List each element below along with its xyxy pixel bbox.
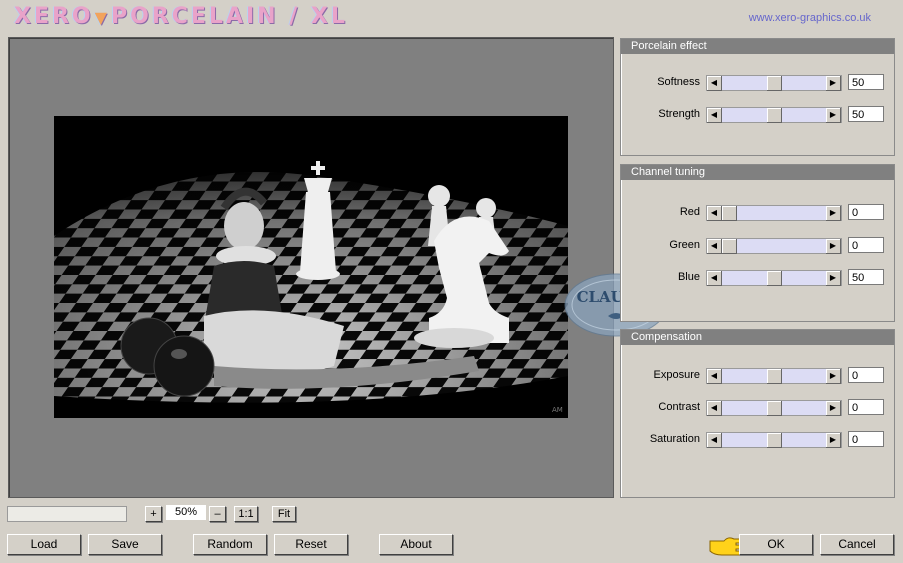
arrow-right-icon[interactable]: ▶ (826, 206, 841, 221)
contrast-label: Contrast (658, 401, 700, 413)
blue-value[interactable]: 50 (848, 269, 884, 285)
red-slider[interactable]: ◀ ▶ (706, 205, 842, 221)
zoom-fit-button[interactable]: Fit (272, 506, 296, 522)
contrast-slider[interactable]: ◀ ▶ (706, 400, 842, 416)
arrow-left-icon[interactable]: ◀ (707, 239, 722, 254)
exposure-row: Exposure ◀ ▶ 0 (621, 367, 894, 385)
porcelain-effect-panel: Porcelain effect Softness ◀ ▶ 50 Strengt… (620, 38, 895, 156)
softness-slider[interactable]: ◀ ▶ (706, 75, 842, 91)
arrow-right-icon[interactable]: ▶ (826, 369, 841, 384)
blue-label: Blue (677, 271, 700, 283)
progress-bar (7, 506, 127, 522)
softness-label: Softness (657, 76, 700, 88)
reset-button[interactable]: Reset (274, 534, 348, 555)
compensation-header: Compensation (621, 330, 894, 345)
zoom-out-button[interactable]: – (209, 506, 226, 522)
red-label: Red (679, 206, 700, 218)
strength-row: Strength ◀ ▶ 50 (621, 106, 894, 124)
strength-slider[interactable]: ◀ ▶ (706, 107, 842, 123)
preview-image: AM (54, 116, 568, 418)
zoom-actual-size-button[interactable]: 1:1 (234, 506, 258, 522)
load-button[interactable]: Load (7, 534, 81, 555)
contrast-row: Contrast ◀ ▶ 0 (621, 399, 894, 417)
exposure-label: Exposure (653, 369, 700, 381)
softness-thumb[interactable] (766, 76, 782, 91)
random-button[interactable]: Random (193, 534, 267, 555)
arrow-right-icon[interactable]: ▶ (826, 108, 841, 123)
arrow-right-icon[interactable]: ▶ (826, 239, 841, 254)
green-value[interactable]: 0 (848, 237, 884, 253)
green-slider[interactable]: ◀ ▶ (706, 238, 842, 254)
arrow-right-icon[interactable]: ▶ (826, 401, 841, 416)
zoom-in-button[interactable]: + (145, 506, 162, 522)
strength-thumb[interactable] (766, 108, 782, 123)
blue-slider[interactable]: ◀ ▶ (706, 270, 842, 286)
logo-triangle-icon: ▼ (94, 8, 110, 27)
arrow-right-icon[interactable]: ▶ (826, 271, 841, 286)
red-row: Red ◀ ▶ 0 (621, 204, 894, 222)
green-label: Green (669, 239, 700, 251)
porcelain-effect-header: Porcelain effect (621, 39, 894, 54)
saturation-value[interactable]: 0 (848, 431, 884, 447)
arrow-right-icon[interactable]: ▶ (826, 433, 841, 448)
compensation-panel: Compensation Exposure ◀ ▶ 0 Contrast ◀ ▶… (620, 329, 895, 498)
arrow-left-icon[interactable]: ◀ (707, 206, 722, 221)
blue-row: Blue ◀ ▶ 50 (621, 269, 894, 287)
app-logo: XERO▼PORCELAIN / XL (14, 4, 348, 29)
zoom-level: 50% (166, 505, 206, 520)
arrow-right-icon[interactable]: ▶ (826, 76, 841, 91)
blue-thumb[interactable] (766, 271, 782, 286)
exposure-thumb[interactable] (766, 369, 782, 384)
exposure-value[interactable]: 0 (848, 367, 884, 383)
preview-area[interactable]: AM (8, 37, 614, 498)
arrow-left-icon[interactable]: ◀ (707, 76, 722, 91)
red-thumb[interactable] (722, 206, 737, 221)
svg-text:AM: AM (552, 406, 563, 414)
saturation-label: Saturation (649, 433, 700, 445)
channel-tuning-header: Channel tuning (621, 165, 894, 180)
green-row: Green ◀ ▶ 0 (621, 237, 894, 255)
ok-button[interactable]: OK (739, 534, 813, 555)
saturation-row: Saturation ◀ ▶ 0 (621, 431, 894, 449)
contrast-thumb[interactable] (766, 401, 782, 416)
contrast-value[interactable]: 0 (848, 399, 884, 415)
cancel-button[interactable]: Cancel (820, 534, 894, 555)
about-button[interactable]: About (379, 534, 453, 555)
softness-value[interactable]: 50 (848, 74, 884, 90)
strength-value[interactable]: 50 (848, 106, 884, 122)
exposure-slider[interactable]: ◀ ▶ (706, 368, 842, 384)
saturation-thumb[interactable] (766, 433, 782, 448)
website-link[interactable]: www.xero-graphics.co.uk (749, 12, 871, 24)
softness-row: Softness ◀ ▶ 50 (621, 74, 894, 92)
channel-tuning-panel: Channel tuning Red ◀ ▶ 0 Green ◀ ▶ 0 Blu… (620, 164, 895, 322)
save-button[interactable]: Save (88, 534, 162, 555)
saturation-slider[interactable]: ◀ ▶ (706, 432, 842, 448)
green-thumb[interactable] (722, 239, 737, 254)
arrow-left-icon[interactable]: ◀ (707, 369, 722, 384)
arrow-left-icon[interactable]: ◀ (707, 433, 722, 448)
arrow-left-icon[interactable]: ◀ (707, 108, 722, 123)
arrow-left-icon[interactable]: ◀ (707, 401, 722, 416)
title-bar: XERO▼PORCELAIN / XL www.xero-graphics.co… (0, 0, 903, 36)
red-value[interactable]: 0 (848, 204, 884, 220)
arrow-left-icon[interactable]: ◀ (707, 271, 722, 286)
strength-label: Strength (658, 108, 700, 120)
